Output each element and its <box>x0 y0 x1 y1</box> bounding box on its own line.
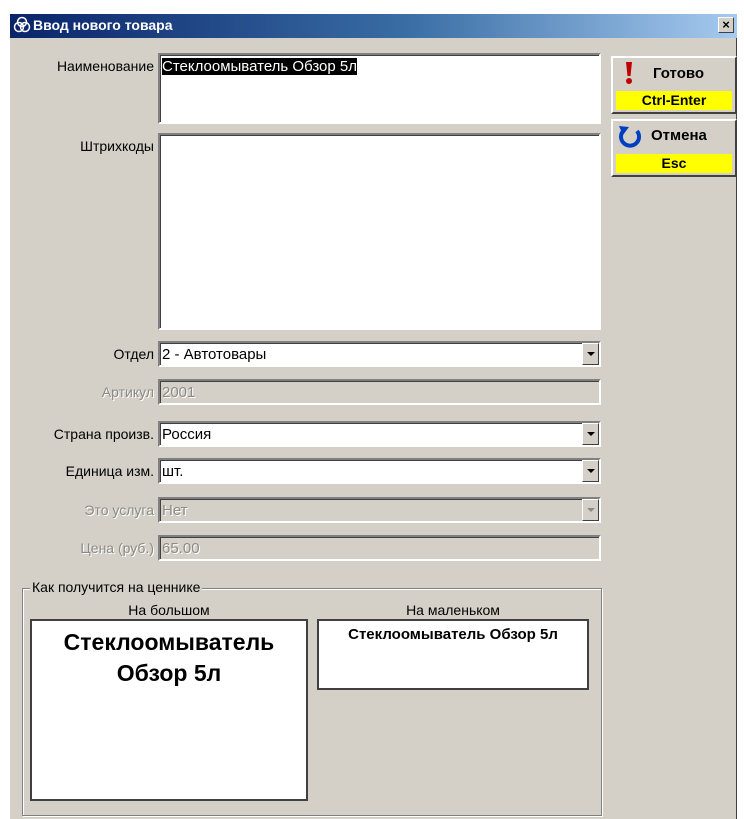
name-label: Наименование <box>56 58 154 74</box>
exclamation-icon <box>626 62 632 84</box>
unit-label: Единица изм. <box>65 463 154 479</box>
department-label: Отдел <box>113 346 155 362</box>
large-preview-label: На большом <box>128 602 210 618</box>
done-button[interactable]: Готово Ctrl-Enter <box>611 56 737 114</box>
unit-dropdown-button[interactable] <box>582 460 599 482</box>
cancel-button-label: Отмена <box>651 127 707 144</box>
title-bar[interactable]: Ввод нового товара × <box>10 14 737 38</box>
price-value: 65.00 <box>162 540 200 557</box>
window-title: Ввод нового товара <box>33 17 173 33</box>
country-label: Страна произв. <box>53 426 154 442</box>
department-value: 2 - Автотовары <box>162 346 267 363</box>
done-shortcut-badge: Ctrl-Enter <box>616 91 732 110</box>
article-label: Артикул <box>101 384 154 400</box>
name-value: Стеклоомыватель Обзор 5л <box>162 58 357 75</box>
cancel-button[interactable]: Отмена Esc <box>611 119 737 177</box>
dialog-window: Ввод нового товара × Наименование Стекло… <box>9 14 737 819</box>
price-field: 65.00 <box>158 535 601 561</box>
is-service-label: Это услуга <box>84 502 154 518</box>
is-service-select: Нет <box>158 497 601 523</box>
preview-group-title: Как получится на ценнике <box>30 579 203 595</box>
barcodes-field[interactable] <box>158 133 601 330</box>
barcodes-label: Штрихкоды <box>80 138 154 154</box>
small-price-tag-preview: Стеклоомыватель Обзор 5л <box>317 619 589 690</box>
close-icon: × <box>722 17 730 32</box>
large-preview-text: Стеклоомыватель Обзор 5л <box>63 629 275 686</box>
small-preview-label: На маленьком <box>406 602 500 618</box>
close-button[interactable]: × <box>718 17 734 33</box>
department-select[interactable]: 2 - Автотовары <box>158 341 601 367</box>
name-field[interactable]: Стеклоомыватель Обзор 5л <box>158 53 601 124</box>
country-dropdown-button[interactable] <box>582 423 599 445</box>
chevron-down-icon <box>587 508 595 512</box>
department-dropdown-button[interactable] <box>582 343 599 365</box>
undo-arrow-icon <box>619 126 641 148</box>
unit-value: шт. <box>162 463 184 480</box>
unit-select[interactable]: шт. <box>158 458 601 484</box>
done-button-label: Готово <box>653 65 705 82</box>
chevron-down-icon <box>587 352 595 356</box>
chevron-down-icon <box>587 469 595 473</box>
is-service-value: Нет <box>162 502 188 519</box>
article-value: 2001 <box>162 384 196 401</box>
small-preview-text: Стеклоомыватель Обзор 5л <box>348 626 558 643</box>
cancel-shortcut-badge: Esc <box>616 154 732 173</box>
is-service-dropdown-button <box>582 499 599 521</box>
chevron-down-icon <box>587 432 595 436</box>
large-price-tag-preview: Стеклоомыватель Обзор 5л <box>30 619 308 801</box>
country-select[interactable]: Россия <box>158 421 601 447</box>
country-value: Россия <box>162 426 212 443</box>
price-label: Цена (руб.) <box>80 540 154 556</box>
article-field: 2001 <box>158 379 601 405</box>
app-icon <box>13 16 31 33</box>
